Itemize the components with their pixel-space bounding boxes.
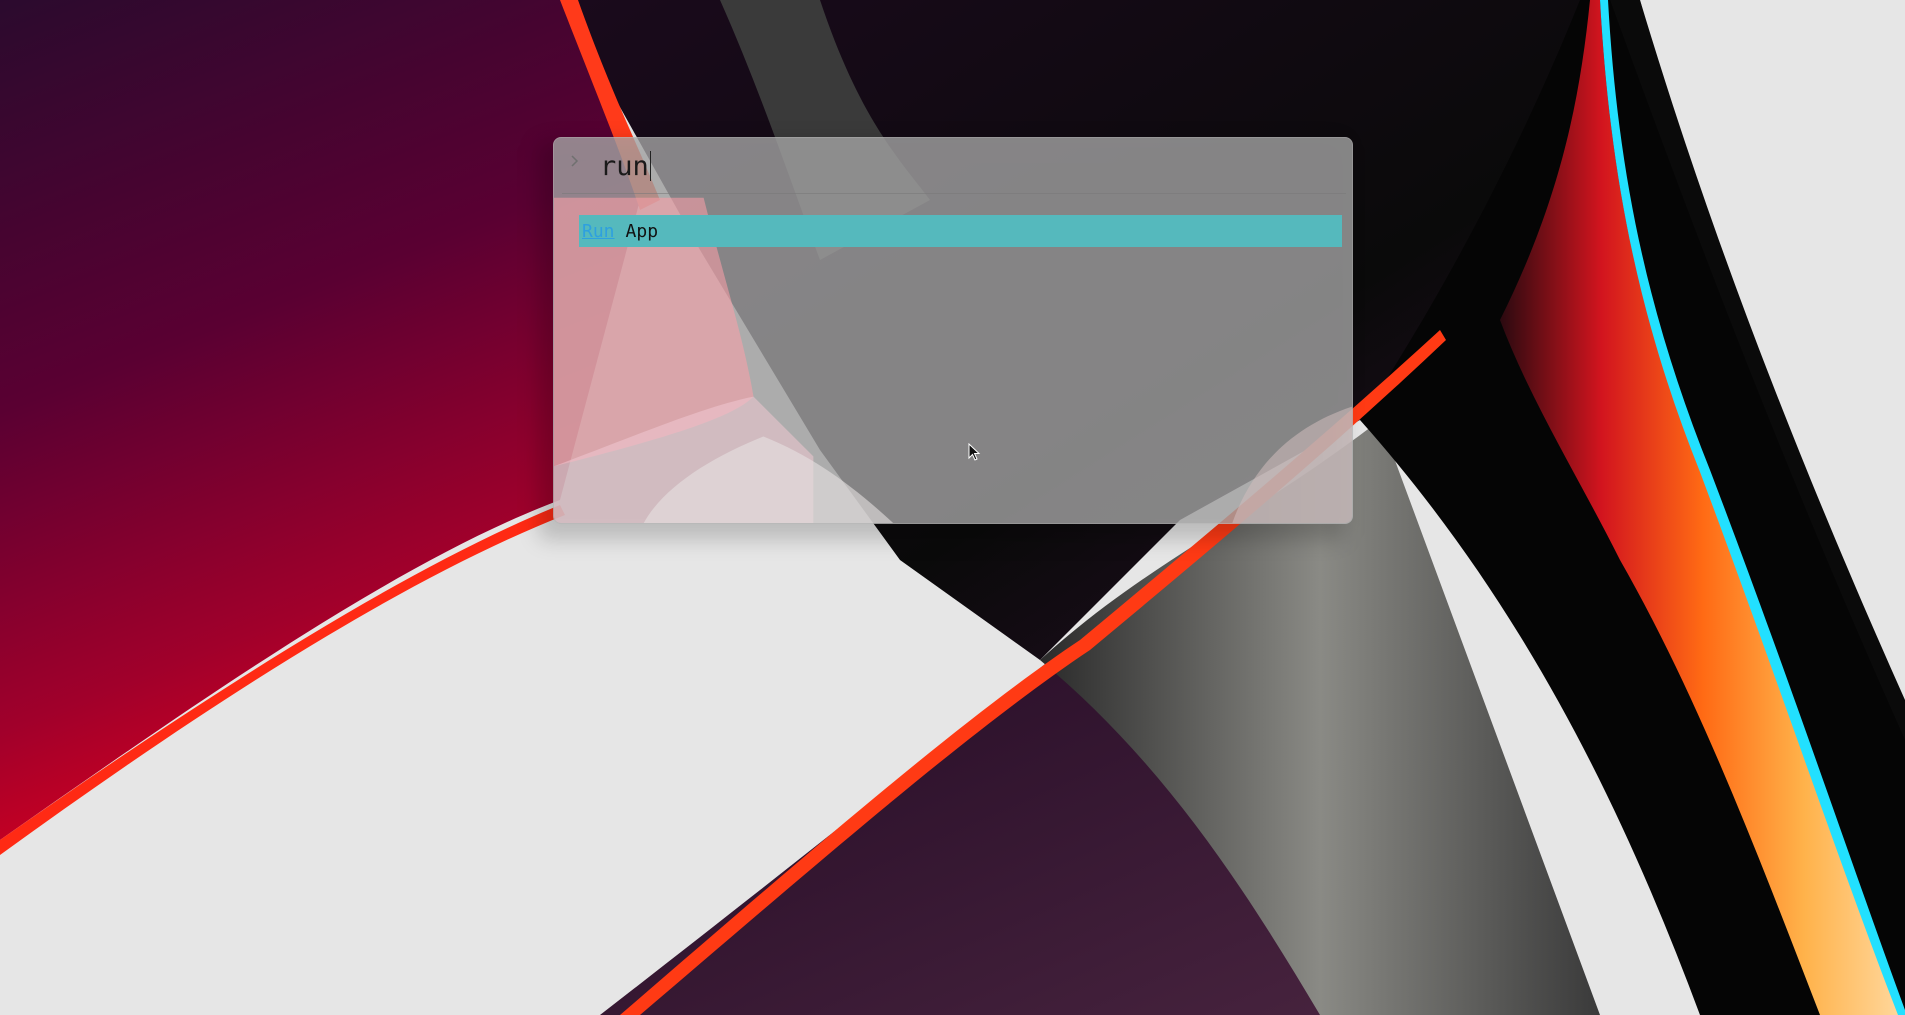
result-match-text: Run [582, 220, 615, 242]
result-label: App [625, 220, 659, 242]
chevron-right-icon [570, 154, 582, 170]
search-query: run [600, 151, 649, 182]
results-list: Run App [579, 215, 1342, 247]
text-caret [649, 151, 651, 181]
search-input[interactable]: run [600, 151, 651, 183]
launcher-window: run Run App [553, 137, 1353, 524]
search-bar[interactable]: run [554, 138, 1352, 194]
mouse-pointer-icon [968, 443, 981, 461]
result-item-run-app[interactable]: Run App [579, 215, 1342, 247]
launcher-backdrop [554, 197, 1352, 523]
divider [562, 193, 1346, 194]
desktop: run Run App [0, 0, 1905, 1015]
